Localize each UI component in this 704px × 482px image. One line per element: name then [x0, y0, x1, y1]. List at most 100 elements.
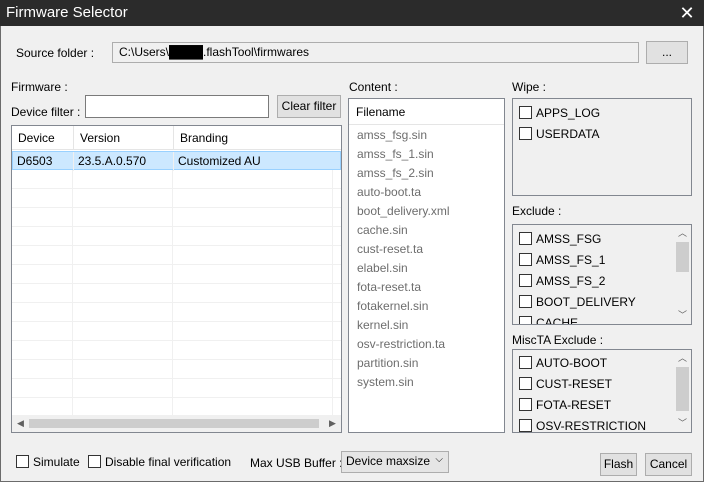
firmware-label: Firmware :	[11, 80, 68, 94]
miscta-item-auto-boot[interactable]: AUTO-BOOT	[519, 356, 607, 372]
exclude-item-boot-delivery[interactable]: BOOT_DELIVERY	[519, 295, 636, 311]
scroll-down-icon[interactable]: ﹀	[674, 415, 691, 432]
column-header-branding[interactable]: Branding	[174, 126, 341, 150]
simulate-checkbox[interactable]: Simulate	[16, 455, 80, 469]
wipe-list[interactable]: APPS_LOG USERDATA	[512, 98, 692, 196]
table-cell-empty	[73, 208, 173, 227]
exclude-list[interactable]: AMSS_FSG AMSS_FS_1 AMSS_FS_2 BOOT_DELIVE…	[512, 224, 692, 325]
scroll-thumb[interactable]	[29, 419, 319, 428]
table-cell-empty	[12, 227, 73, 246]
table-cell-empty	[73, 360, 173, 379]
wipe-label: Wipe :	[512, 80, 547, 94]
checkbox-icon[interactable]	[519, 127, 532, 140]
list-item[interactable]: boot_delivery.xml	[357, 204, 449, 218]
content-header: Filename	[349, 99, 504, 125]
exclude-item-amss-fs-2[interactable]: AMSS_FS_2	[519, 274, 605, 290]
close-icon[interactable]: ✕	[670, 0, 704, 26]
checkbox-icon[interactable]	[88, 455, 101, 468]
list-item[interactable]: auto-boot.ta	[357, 185, 421, 199]
list-item[interactable]: cust-reset.ta	[357, 242, 423, 256]
source-folder-field[interactable]: C:\Users\████.flashTool\firmwares	[112, 42, 639, 63]
cancel-button[interactable]: Cancel	[645, 453, 692, 476]
table-row-empty	[12, 208, 341, 227]
scroll-right-icon[interactable]: ▶	[324, 415, 341, 432]
table-cell-empty	[73, 284, 173, 303]
checkbox-icon[interactable]	[16, 455, 29, 468]
table-cell-empty	[73, 303, 173, 322]
exclude-item-label: AMSS_FSG	[536, 232, 602, 246]
clear-filter-button[interactable]: Clear filter	[277, 95, 341, 118]
list-item[interactable]: fota-reset.ta	[357, 280, 421, 294]
scroll-thumb[interactable]	[676, 242, 689, 272]
list-item[interactable]: fotakernel.sin	[357, 299, 428, 313]
disable-verification-checkbox[interactable]: Disable final verification	[88, 455, 231, 469]
exclude-vertical-scrollbar[interactable]: ︿ ﹀	[674, 225, 691, 324]
exclude-item-label: AMSS_FS_2	[536, 274, 606, 288]
checkbox-icon[interactable]	[519, 106, 532, 119]
list-item[interactable]: kernel.sin	[357, 318, 408, 332]
list-item[interactable]: elabel.sin	[357, 261, 408, 275]
content-label: Content :	[349, 80, 398, 94]
list-item[interactable]: osv-restriction.ta	[357, 337, 445, 351]
list-item[interactable]: system.sin	[357, 375, 414, 389]
table-row-empty	[12, 265, 341, 284]
table-row-empty	[12, 284, 341, 303]
scroll-left-icon[interactable]: ◀	[12, 415, 29, 432]
usb-buffer-select[interactable]: Device maxsize ⌵	[341, 451, 449, 473]
miscta-item-cust-reset[interactable]: CUST-RESET	[519, 377, 612, 393]
exclude-item-amss-fsg[interactable]: AMSS_FSG	[519, 232, 601, 248]
table-row[interactable]: D6503 23.5.A.0.570 Customized AU	[12, 151, 341, 171]
table-row-empty	[12, 360, 341, 379]
table-cell-empty	[73, 265, 173, 284]
cell-version: 23.5.A.0.570	[74, 152, 174, 171]
usb-buffer-value: Device maxsize	[346, 454, 431, 468]
window-title: Firmware Selector	[6, 4, 128, 21]
scroll-thumb[interactable]	[676, 367, 689, 411]
miscta-label: MiscTA Exclude :	[512, 333, 604, 347]
content-list[interactable]: Filename amss_fsg.sin amss_fs_1.sin amss_f…	[348, 98, 505, 433]
table-horizontal-scrollbar[interactable]: ◀ ▶	[12, 415, 341, 432]
table-cell-empty	[73, 341, 173, 360]
exclude-item-cache[interactable]: CACHE	[519, 316, 579, 325]
list-item[interactable]: cache.sin	[357, 223, 408, 237]
column-header-device[interactable]: Device	[12, 126, 74, 150]
scroll-up-icon[interactable]: ︿	[674, 350, 691, 367]
miscta-item-fota-reset[interactable]: FOTA-RESET	[519, 398, 611, 414]
checkbox-icon[interactable]	[519, 398, 532, 411]
miscta-list[interactable]: AUTO-BOOT CUST-RESET FOTA-RESET OSV-REST…	[512, 349, 692, 433]
table-cell-empty	[173, 341, 333, 360]
checkbox-icon[interactable]	[519, 232, 532, 245]
flash-button[interactable]: Flash	[600, 453, 637, 476]
list-item[interactable]: amss_fs_1.sin	[357, 147, 434, 161]
chevron-down-icon: ⌵	[435, 454, 443, 465]
browse-button[interactable]: ...	[646, 41, 688, 64]
usb-buffer-label: Max USB Buffer :	[250, 456, 343, 470]
list-item[interactable]: amss_fsg.sin	[357, 128, 427, 142]
checkbox-icon[interactable]	[519, 253, 532, 266]
exclude-item-amss-fs-1[interactable]: AMSS_FS_1	[519, 253, 605, 269]
scroll-down-icon[interactable]: ﹀	[674, 307, 691, 324]
device-filter-input[interactable]	[85, 95, 269, 118]
table-cell-empty	[173, 303, 333, 322]
miscta-item-osv-restriction[interactable]: OSV-RESTRICTION	[519, 419, 646, 432]
list-item[interactable]: amss_fs_2.sin	[357, 166, 434, 180]
checkbox-icon[interactable]	[519, 316, 532, 324]
checkbox-icon[interactable]	[519, 274, 532, 287]
list-item[interactable]: partition.sin	[357, 356, 418, 370]
table-cell-empty	[73, 170, 173, 189]
table-cell-empty	[73, 322, 173, 341]
wipe-item-userdata[interactable]: USERDATA	[519, 127, 600, 143]
checkbox-icon[interactable]	[519, 419, 532, 432]
exclude-item-label: CACHE	[536, 316, 579, 325]
wipe-item-apps-log[interactable]: APPS_LOG	[519, 106, 600, 122]
checkbox-icon[interactable]	[519, 356, 532, 369]
title-bar: Firmware Selector ✕	[0, 0, 704, 26]
table-cell-empty	[173, 189, 333, 208]
checkbox-icon[interactable]	[519, 295, 532, 308]
miscta-vertical-scrollbar[interactable]: ︿ ﹀	[674, 350, 691, 432]
simulate-label: Simulate	[33, 455, 80, 469]
firmware-table[interactable]: Device Version Branding D6503 23.5.A.0.5…	[11, 125, 342, 433]
scroll-up-icon[interactable]: ︿	[674, 225, 691, 242]
checkbox-icon[interactable]	[519, 377, 532, 390]
column-header-version[interactable]: Version	[74, 126, 174, 150]
